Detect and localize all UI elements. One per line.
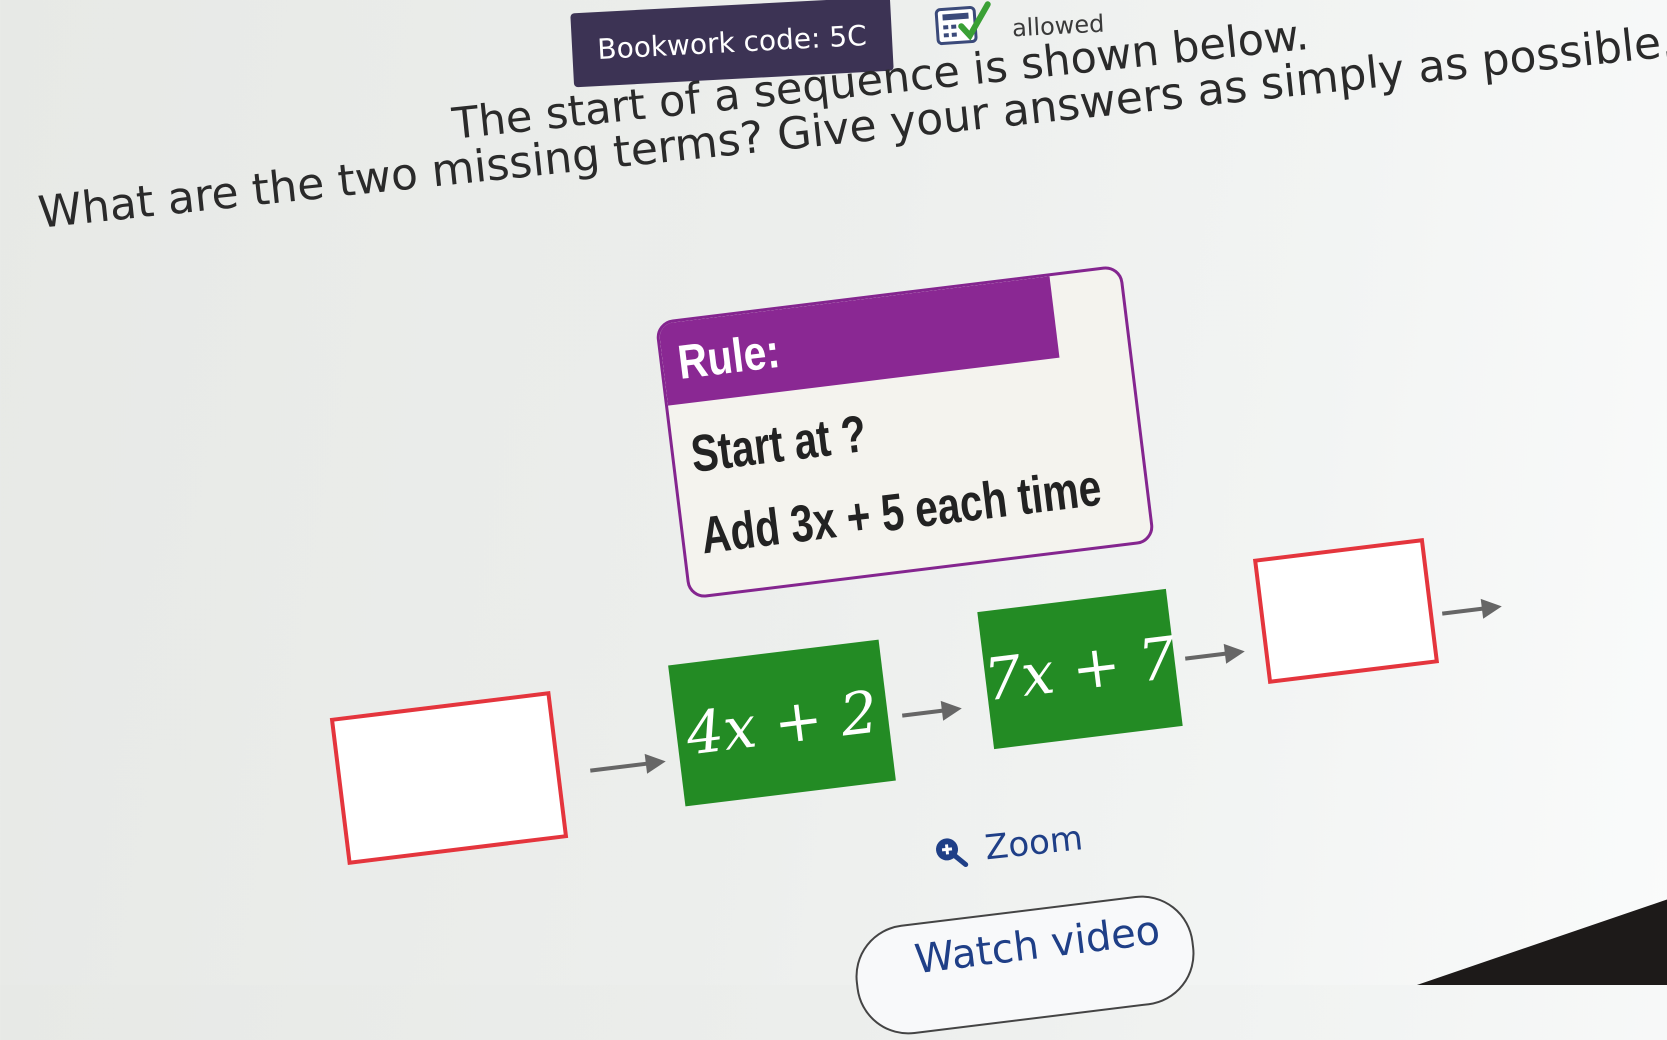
rule-step: Add 3x + 5 each time bbox=[697, 458, 1105, 566]
rule-card: Rule: Start at ? Add 3x + 5 each time bbox=[654, 264, 1156, 600]
arrow-right-icon bbox=[1441, 598, 1502, 619]
arrow-right-icon bbox=[1184, 643, 1245, 664]
calculator-check-icon bbox=[934, 1, 991, 46]
answer-box-first-term[interactable] bbox=[329, 691, 569, 865]
zoom-in-icon bbox=[936, 838, 969, 868]
watch-video-button[interactable]: Watch video bbox=[849, 889, 1201, 1040]
arrow-right-icon bbox=[590, 753, 666, 774]
sequence-term-second: 4x + 2 bbox=[668, 639, 896, 807]
answer-box-fourth-term[interactable] bbox=[1252, 537, 1440, 685]
arrow-right-icon bbox=[901, 700, 962, 721]
bookwork-code-label: Bookwork code: 5C bbox=[596, 18, 868, 66]
zoom-button[interactable]: Zoom bbox=[931, 818, 1085, 873]
sequence-term-third: 7x + 7 bbox=[977, 588, 1183, 750]
monitor-bezel bbox=[1416, 899, 1667, 985]
zoom-label: Zoom bbox=[983, 818, 1085, 869]
watch-video-label: Watch video bbox=[912, 907, 1163, 984]
